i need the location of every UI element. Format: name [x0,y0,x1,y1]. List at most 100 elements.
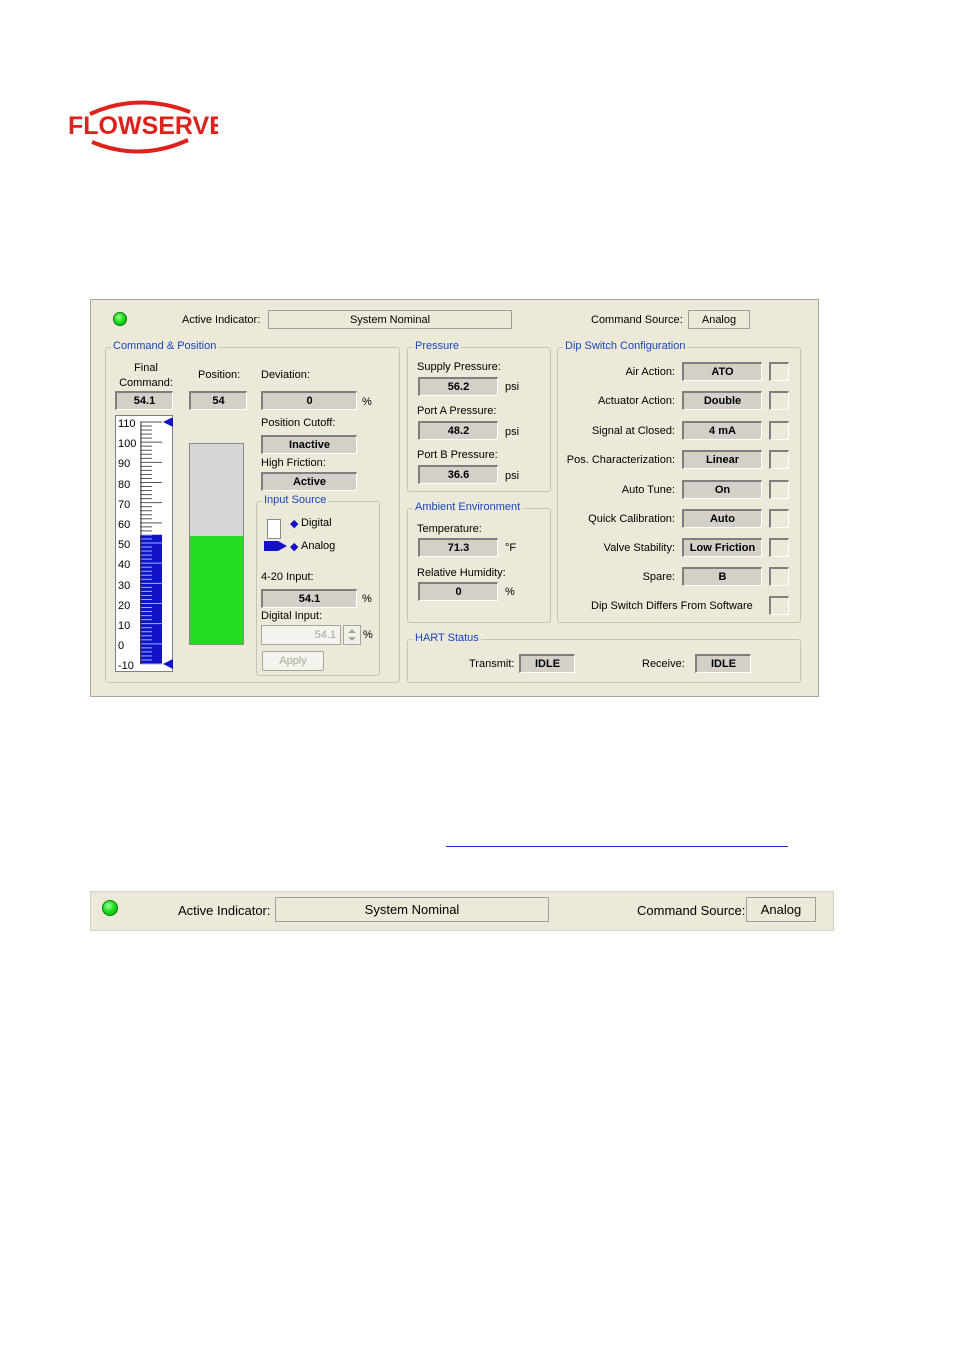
active-indicator-field: System Nominal [268,310,512,329]
apply-button[interactable]: Apply [262,651,324,671]
analog-switch-arrow-icon[interactable] [263,539,289,553]
input-4-20-field: 54.1 [261,589,357,608]
scale-tick-label: 70 [118,498,131,511]
ambient-title: Ambient Environment [413,501,523,513]
dip-label: Auto Tune: [621,484,675,496]
high-friction-field: Active [261,472,357,491]
port-b-pressure-field: 36.6 [418,465,498,484]
input-4-20-label: 4-20 Input: [261,571,314,583]
command-bar-graphic [140,418,173,669]
input-option-analog[interactable]: Analog [301,540,335,552]
pressure-title: Pressure [413,340,462,352]
supply-pressure-unit: psi [505,381,520,393]
digital-input-field[interactable]: 54.1 [261,625,341,645]
command-source-label: Command Source: [591,314,683,326]
high-friction-label: High Friction: [261,457,326,469]
scale-tick-label: 100 [118,438,137,451]
temperature-unit: °F [505,542,517,554]
dip-status-indicator [769,509,789,528]
scale-tick-label: 90 [118,458,131,471]
position-label: Position: [198,369,241,381]
digital-input-label: Digital Input: [261,610,323,622]
port-a-pressure-unit: psi [505,426,520,438]
port-a-pressure-field: 48.2 [418,421,498,440]
dip-switch-group [557,347,801,623]
scale-tick-label: 10 [118,620,131,632]
port-a-pressure-label: Port A Pressure: [417,405,497,417]
humidity-unit: % [505,586,515,598]
scale-tick-label: 60 [118,519,131,531]
dip-status-indicator [769,421,789,440]
transmit-field: IDLE [519,654,575,673]
dip-switch-differs-indicator [769,596,789,615]
logo-text: FLOWSERVE [68,112,218,140]
scale-tick-label: 110 [118,418,136,430]
dip-value-field: Low Friction [682,538,762,557]
dip-status-indicator [769,362,789,381]
dip-label: Valve Stability: [603,542,675,554]
input-4-20-unit: % [362,593,372,605]
scale-tick-label: 80 [118,478,131,491]
position-field: 54 [189,391,247,410]
status-panel: Active Indicator: System Nominal Command… [90,299,819,697]
deviation-field: 0 [261,391,357,410]
command-position-title: Command & Position [111,340,219,352]
scale-tick-label: 50 [118,539,131,552]
port-b-pressure-unit: psi [505,470,520,482]
deviation-unit: % [362,396,372,408]
position-cutoff-field: Inactive [261,435,357,454]
digital-input-unit: % [363,629,373,641]
dip-label: Pos. Characterization: [566,454,675,466]
temperature-field: 71.3 [418,538,498,557]
dip-label: Signal at Closed: [591,425,675,437]
digital-input-stepper[interactable] [343,625,361,645]
hyperlink-underline[interactable] [446,846,788,847]
scale-tick-label: 20 [118,599,131,612]
strip-command-source-field: Analog [746,897,816,922]
port-b-pressure-label: Port B Pressure: [417,449,498,461]
dip-switch-title: Dip Switch Configuration [563,340,688,352]
supply-pressure-label: Supply Pressure: [417,361,501,373]
flowserve-logo: FLOWSERVE [68,98,218,158]
strip-status-led-icon [102,900,118,916]
input-source-title: Input Source [262,494,329,506]
dip-value-field: 4 mA [682,421,762,440]
stepper-arrows-icon [348,629,356,641]
scale-tick-label: 40 [118,559,131,572]
active-indicator-label: Active Indicator: [182,314,261,326]
scale-tick-label: -10 [118,660,134,673]
transmit-label: Transmit: [469,658,515,670]
dip-label: Air Action: [625,366,675,378]
dip-value-field: Double [682,391,762,410]
supply-pressure-field: 56.2 [418,377,498,396]
dip-status-indicator [769,480,789,499]
deviation-label: Deviation: [261,369,310,381]
final-command-label: Final Command: [119,362,173,389]
dip-switch-differs-label: Dip Switch Differs From Software [591,600,753,612]
humidity-field: 0 [418,582,498,601]
dip-status-indicator [769,450,789,469]
dip-label: Actuator Action: [597,395,675,407]
dip-label: Quick Calibration: [588,513,675,525]
scale-limit-marker [163,659,173,669]
dip-status-indicator [769,391,789,410]
digital-switch-slot[interactable] [267,519,281,539]
humidity-label: Relative Humidity: [417,567,506,579]
temperature-label: Temperature: [417,523,482,535]
dip-status-indicator [769,567,789,586]
dip-value-field: ATO [682,362,762,381]
scale-tick-label: 30 [118,579,131,592]
receive-label: Receive: [642,658,685,670]
position-cutoff-label: Position Cutoff: [261,417,336,429]
final-command-field: 54.1 [115,391,173,410]
scale-limit-marker [163,418,173,427]
strip-active-indicator-label: Active Indicator: [178,903,271,918]
position-bar [189,443,244,645]
command-source-field: Analog [688,310,750,329]
dip-value-field: B [682,567,762,586]
status-led-icon [113,312,127,326]
strip-command-source-label: Command Source: [637,903,746,918]
position-bar-fill [190,536,243,644]
dip-value-field: Linear [682,450,762,469]
input-option-digital[interactable]: Digital [301,517,332,529]
